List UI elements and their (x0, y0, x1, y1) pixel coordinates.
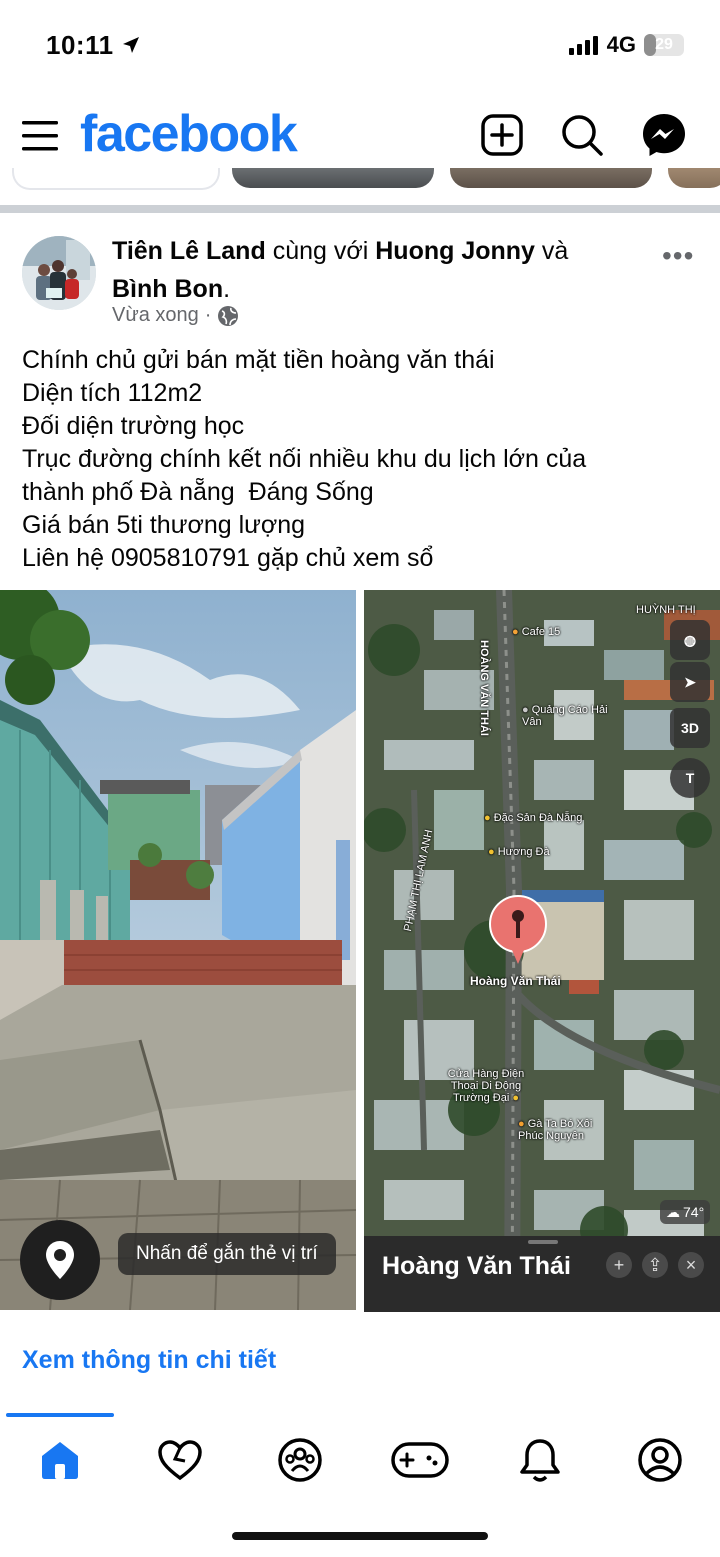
map-place-name: Hương Đà (497, 846, 550, 858)
map-place-card[interactable]: Hoàng Văn Thái + ⇪ × (364, 1236, 720, 1312)
map-place-name: Đặc Sản Đà Nẵng (493, 812, 583, 824)
close-icon[interactable]: × (678, 1252, 704, 1278)
map-3d-button[interactable]: 3D (670, 708, 710, 748)
map-place: ● Gà Ta Bó Xôi Phúc Nguyên (518, 1118, 618, 1142)
menu-icon[interactable] (16, 112, 64, 160)
active-tab-indicator (6, 1413, 114, 1417)
map-road-label: HOÀNG VĂN THÁI (478, 640, 490, 736)
create-story-card[interactable] (12, 168, 220, 190)
story-card[interactable] (232, 168, 434, 188)
cloud-icon: ☁ (666, 1203, 680, 1220)
gaming-icon[interactable] (390, 1430, 450, 1490)
map-navigate-icon[interactable]: ➤ (670, 662, 710, 702)
story-card[interactable] (450, 168, 652, 188)
map-place: ● Quảng Cáo Hải Vân (522, 704, 612, 728)
post-timestamp[interactable]: Vừa xong (112, 304, 199, 327)
map-place-name: Quảng Cáo Hải Vân (522, 704, 608, 728)
with-text: cùng với (272, 237, 369, 265)
globe-icon (218, 305, 239, 326)
tag-location-hint[interactable]: Nhấn để gắn thẻ vị trí (118, 1233, 336, 1275)
post-text-line: Chính chủ gửi bán mặt tiền hoàng văn thá… (22, 346, 495, 374)
location-pin-icon (46, 1241, 74, 1279)
network-type: 4G (606, 32, 636, 57)
post-meta: Vừa xong · (112, 304, 239, 327)
food-icon: ● (484, 812, 491, 824)
shop-icon: ● (512, 1092, 520, 1104)
map-place: Cửa Hàng Điện Thoại Di Động Trường Đại ● (436, 1068, 536, 1104)
notifications-bell-icon[interactable] (510, 1430, 570, 1490)
status-indicators: 4G 29 (568, 32, 684, 58)
add-icon[interactable]: + (606, 1252, 632, 1278)
post-text-line: Diện tích 112m2 (22, 379, 203, 407)
map-globe-icon[interactable]: ◍ (670, 620, 710, 660)
compass-label: T (685, 770, 695, 786)
map-road-label: HUỲNH THỊ (636, 604, 696, 616)
map-pin-icon[interactable] (488, 894, 548, 971)
story-card[interactable] (668, 168, 720, 188)
share-icon[interactable]: ⇪ (642, 1252, 668, 1278)
post-body: Chính chủ gửi bán mặt tiền hoàng văn thá… (22, 344, 702, 575)
dating-heart-icon[interactable] (150, 1430, 210, 1490)
post-text-line: Liên hệ 0905810791 gặp chủ xem sổ (22, 544, 434, 572)
profile-icon[interactable] (630, 1430, 690, 1490)
map-place: ● Đặc Sản Đà Nẵng (484, 812, 582, 824)
drag-handle[interactable] (528, 1240, 558, 1244)
battery-level: 29 (655, 36, 673, 53)
post-text-line: Trục đường chính kết nối nhiều khu du lị… (22, 445, 587, 473)
map-place-name: Cafe 15 (521, 626, 561, 638)
tagged-user[interactable]: Bình Bon (112, 275, 223, 303)
groups-icon[interactable] (270, 1430, 330, 1490)
author-name[interactable]: Tiên Lê Land (112, 237, 266, 265)
plus-square-icon[interactable] (478, 111, 526, 159)
signal-icon (568, 36, 598, 55)
shop-icon: ● (488, 846, 495, 858)
post-photo-lot[interactable] (0, 590, 356, 1310)
messenger-icon[interactable] (640, 111, 688, 159)
author-avatar[interactable] (22, 236, 96, 310)
post-text-line: Giá bán 5ti thương lượng (22, 511, 306, 539)
more-options-icon[interactable]: ••• (662, 240, 694, 272)
battery-icon: 29 (644, 34, 684, 56)
facebook-logo[interactable]: facebook (80, 104, 298, 164)
meta-separator: · (204, 304, 212, 326)
tagged-user[interactable]: Huong Jonny (375, 237, 535, 265)
search-icon[interactable] (558, 111, 606, 159)
map-card-title: Hoàng Văn Thái (382, 1252, 571, 1280)
weather-temp: 74° (683, 1204, 705, 1220)
and-text: và (541, 237, 569, 265)
map-place: ● Hương Đà (488, 846, 550, 858)
status-time: 10:11 (46, 30, 141, 61)
see-details-link[interactable]: Xem thông tin chi tiết (22, 1346, 276, 1375)
location-tag-button[interactable] (20, 1220, 100, 1300)
home-indicator[interactable] (232, 1532, 488, 1540)
weather-badge: ☁ 74° (660, 1200, 711, 1224)
post-text-line: Đối diện trường học (22, 412, 245, 440)
food-icon: ● (518, 1118, 525, 1130)
status-time-text: 10:11 (46, 30, 114, 60)
compass-icon[interactable]: T (670, 758, 710, 798)
store-icon: ● (522, 704, 529, 716)
period: . (223, 275, 231, 303)
post-text-line: thành phố Đà nẵng Đáng Sống (22, 478, 374, 506)
feed-divider (0, 205, 720, 213)
home-icon[interactable] (30, 1430, 90, 1490)
map-place-name: Gà Ta Bó Xôi Phúc Nguyên (518, 1118, 593, 1142)
map-place: ● Cafe 15 (512, 626, 560, 638)
map-3d-label: 3D (681, 720, 699, 736)
post-author-line: Tiên Lê Land cùng với Huong Jonny và Bìn… (112, 232, 632, 308)
tag-location-hint-text: Nhấn để gắn thẻ vị trí (136, 1243, 318, 1264)
location-arrow-icon (123, 37, 140, 53)
cafe-icon: ● (512, 626, 519, 638)
map-pin-label: Hoàng Văn Thái (470, 974, 561, 988)
